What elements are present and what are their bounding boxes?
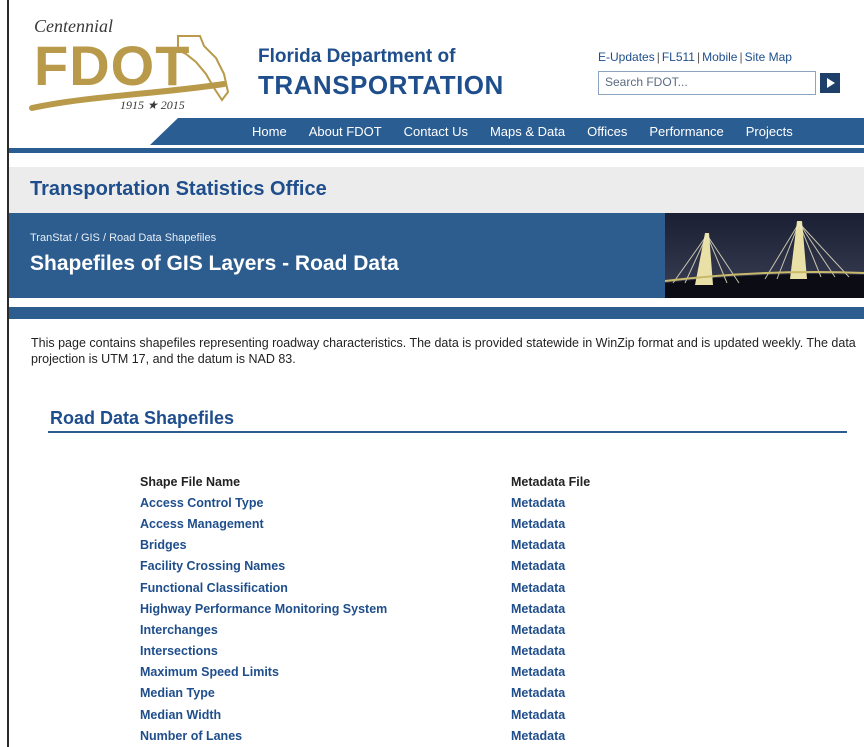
- utility-links: E-Updates | FL511 | Mobile | Site Map: [598, 50, 792, 64]
- shapefile-link[interactable]: Number of Lanes: [140, 729, 511, 743]
- department-name: Florida Department of: [258, 46, 456, 67]
- shapefile-link[interactable]: Facility Crossing Names: [140, 559, 511, 573]
- shapefile-link[interactable]: Functional Classification: [140, 581, 511, 595]
- nav-maps-data[interactable]: Maps & Data: [490, 124, 565, 139]
- shapefile-link[interactable]: Bridges: [140, 538, 511, 552]
- util-link-eupdates[interactable]: E-Updates: [598, 50, 655, 64]
- page-title: Shapefiles of GIS Layers - Road Data: [30, 252, 399, 275]
- metadata-link[interactable]: Metadata: [511, 623, 565, 637]
- nav-home[interactable]: Home: [252, 124, 287, 139]
- table-row: Intersections Metadata: [140, 641, 590, 662]
- table-row: Facility Crossing Names Metadata: [140, 556, 590, 577]
- shapefile-link[interactable]: Intersections: [140, 644, 511, 658]
- play-arrow-icon: [827, 78, 835, 88]
- content-divider-bar: [9, 307, 864, 319]
- nav-underline: [9, 148, 864, 153]
- section-rule: [48, 431, 847, 433]
- util-link-site-map[interactable]: Site Map: [745, 50, 792, 64]
- shapefile-link[interactable]: Median Type: [140, 686, 511, 700]
- table-row: Maximum Speed Limits Metadata: [140, 662, 590, 683]
- metadata-link[interactable]: Metadata: [511, 517, 565, 531]
- metadata-link[interactable]: Metadata: [511, 602, 565, 616]
- metadata-link[interactable]: Metadata: [511, 729, 565, 743]
- metadata-link[interactable]: Metadata: [511, 686, 565, 700]
- nav-offices[interactable]: Offices: [587, 124, 627, 139]
- nav-contact-us[interactable]: Contact Us: [404, 124, 468, 139]
- util-link-mobile[interactable]: Mobile: [702, 50, 737, 64]
- table-row: Number of Lanes Metadata: [140, 725, 590, 746]
- section-title: Road Data Shapefiles: [50, 408, 235, 428]
- util-separator: |: [739, 50, 743, 64]
- table-row: Bridges Metadata: [140, 535, 590, 556]
- metadata-link[interactable]: Metadata: [511, 665, 565, 679]
- metadata-link[interactable]: Metadata: [511, 538, 565, 552]
- logo-years: 1915 ★ 2015: [120, 98, 185, 112]
- page-left-border: [7, 0, 9, 747]
- nav-about-fdot[interactable]: About FDOT: [309, 124, 382, 139]
- shapefile-link[interactable]: Highway Performance Monitoring System: [140, 602, 511, 616]
- nav-performance[interactable]: Performance: [649, 124, 723, 139]
- metadata-link[interactable]: Metadata: [511, 581, 565, 595]
- logo-wordmark: FDOT: [34, 34, 191, 97]
- shapefile-table: Shape File Name Metadata File Access Con…: [140, 471, 590, 746]
- table-row: Functional Classification Metadata: [140, 577, 590, 598]
- bridge-photo-icon: [665, 213, 864, 298]
- table-header-row: Shape File Name Metadata File: [140, 471, 590, 492]
- main-nav: Home About FDOT Contact Us Maps & Data O…: [252, 118, 815, 145]
- table-row: Access Management Metadata: [140, 513, 590, 534]
- breadcrumb[interactable]: TranStat / GIS / Road Data Shapefiles: [30, 232, 216, 244]
- table-row: Interchanges Metadata: [140, 619, 590, 640]
- metadata-link[interactable]: Metadata: [511, 708, 565, 722]
- util-link-fl511[interactable]: FL511: [662, 50, 695, 64]
- shapefile-link[interactable]: Maximum Speed Limits: [140, 665, 511, 679]
- metadata-link[interactable]: Metadata: [511, 644, 565, 658]
- shapefile-link[interactable]: Interchanges: [140, 623, 511, 637]
- banner-photo: [665, 213, 864, 298]
- column-header-shape-file-name: Shape File Name: [140, 474, 241, 489]
- shapefile-link[interactable]: Access Management: [140, 517, 511, 531]
- shapefile-link[interactable]: Access Control Type: [140, 496, 511, 510]
- department-name-large: TRANSPORTATION: [258, 70, 504, 100]
- search-input[interactable]: [599, 72, 811, 92]
- metadata-link[interactable]: Metadata: [511, 559, 565, 573]
- util-separator: |: [656, 50, 660, 64]
- search-field: [598, 71, 816, 95]
- shapefile-link[interactable]: Median Width: [140, 708, 511, 722]
- column-header-metadata-file: Metadata File: [511, 474, 591, 489]
- table-row: Median Type Metadata: [140, 683, 590, 704]
- table-row: Access Control Type Metadata: [140, 492, 590, 513]
- table-row: Highway Performance Monitoring System Me…: [140, 598, 590, 619]
- office-title[interactable]: Transportation Statistics Office: [30, 178, 327, 201]
- util-separator: |: [696, 50, 701, 64]
- fdot-logo[interactable]: Centennial FDOT 1915 ★ 2015: [28, 12, 243, 120]
- table-row: Median Width Metadata: [140, 704, 590, 725]
- intro-paragraph: This page contains shapefiles representi…: [31, 336, 856, 366]
- metadata-link[interactable]: Metadata: [511, 496, 565, 510]
- search-button[interactable]: [820, 73, 840, 93]
- nav-projects[interactable]: Projects: [746, 124, 793, 139]
